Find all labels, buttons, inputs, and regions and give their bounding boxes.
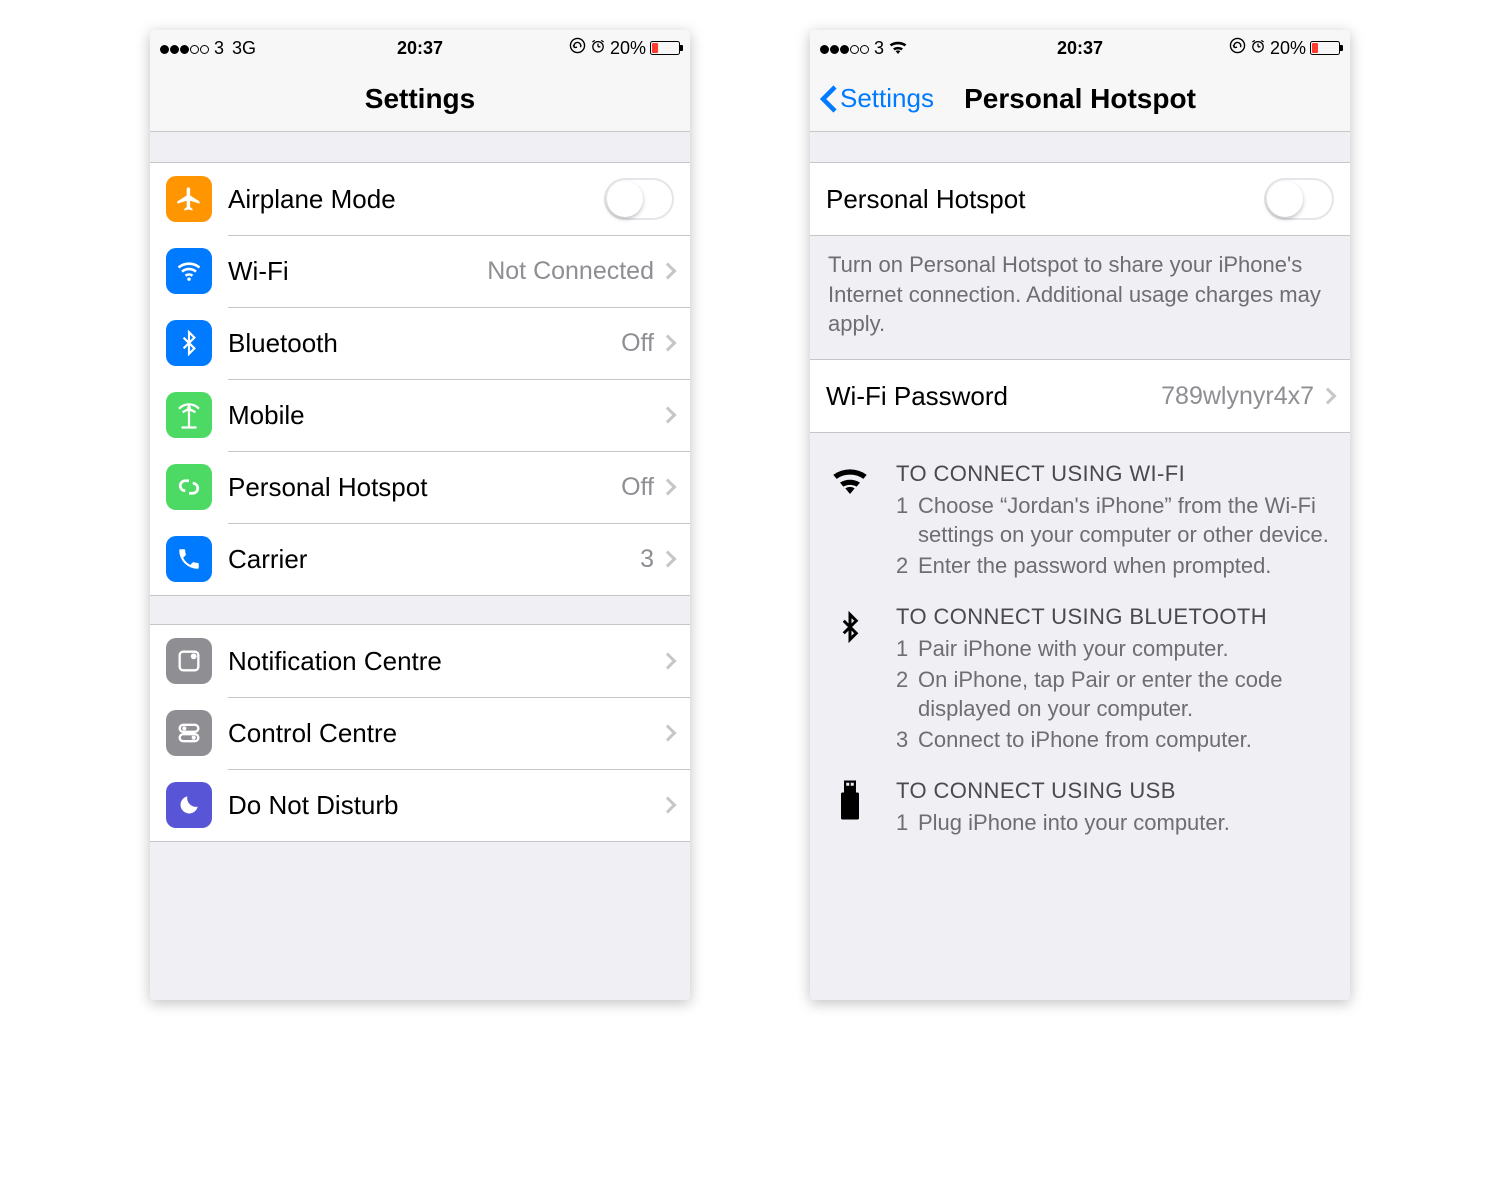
settings-group-connectivity: Airplane Mode Wi-Fi Not Connected Blueto… xyxy=(150,162,690,596)
battery-percent: 20% xyxy=(610,38,646,59)
nav-bar: Settings Personal Hotspot xyxy=(810,66,1350,132)
row-label: Do Not Disturb xyxy=(228,790,662,821)
chevron-right-icon xyxy=(660,479,677,496)
row-do-not-disturb[interactable]: Do Not Disturb xyxy=(150,769,690,841)
chevron-right-icon xyxy=(660,263,677,280)
instructions-bluetooth: TO CONNECT USING BLUETOOTH 1Pair iPhone … xyxy=(826,604,1334,754)
chevron-right-icon xyxy=(660,725,677,742)
wifi-icon xyxy=(166,248,212,294)
hotspot-icon xyxy=(166,464,212,510)
row-value: 3 xyxy=(640,545,654,574)
status-bar: 3 3G 20:37 20% xyxy=(150,30,690,66)
nav-bar: Settings xyxy=(150,66,690,132)
instructions-step: Enter the password when prompted. xyxy=(918,551,1271,580)
instructions-step: Plug iPhone into your computer. xyxy=(918,808,1230,837)
phone-icon xyxy=(166,536,212,582)
back-button[interactable]: Settings xyxy=(820,66,934,131)
airplane-icon xyxy=(166,176,212,222)
row-notification-centre[interactable]: Notification Centre xyxy=(150,625,690,697)
row-bluetooth[interactable]: Bluetooth Off xyxy=(150,307,690,379)
instructions-title: TO CONNECT USING BLUETOOTH xyxy=(896,604,1334,630)
orientation-lock-icon xyxy=(1229,37,1246,59)
row-label: Airplane Mode xyxy=(228,184,604,215)
row-value: Not Connected xyxy=(487,257,654,286)
row-value: Off xyxy=(621,473,654,502)
instructions-title: TO CONNECT USING USB xyxy=(896,778,1334,804)
row-label: Personal Hotspot xyxy=(228,472,621,503)
row-carrier[interactable]: Carrier 3 xyxy=(150,523,690,595)
network-type: 3G xyxy=(232,38,256,59)
row-label: Wi-Fi xyxy=(228,256,487,287)
hotspot-description: Turn on Personal Hotspot to share your i… xyxy=(810,236,1350,353)
row-label: Carrier xyxy=(228,544,640,575)
bluetooth-icon xyxy=(166,320,212,366)
row-label: Personal Hotspot xyxy=(826,184,1264,215)
row-hotspot-toggle[interactable]: Personal Hotspot xyxy=(810,163,1350,235)
moon-icon xyxy=(166,782,212,828)
orientation-lock-icon xyxy=(569,37,586,59)
row-personal-hotspot[interactable]: Personal Hotspot Off xyxy=(150,451,690,523)
alarm-icon xyxy=(1250,38,1266,59)
hotspot-toggle-group: Personal Hotspot xyxy=(810,162,1350,236)
airplane-toggle[interactable] xyxy=(604,178,674,220)
usb-icon xyxy=(826,778,874,837)
row-wifi-password[interactable]: Wi-Fi Password 789wlynyr4x7 xyxy=(810,360,1350,432)
row-label: Control Centre xyxy=(228,718,662,749)
hotspot-password-group: Wi-Fi Password 789wlynyr4x7 xyxy=(810,359,1350,433)
row-airplane-mode[interactable]: Airplane Mode xyxy=(150,163,690,235)
clock: 20:37 xyxy=(993,38,1166,59)
wifi-icon xyxy=(826,461,874,580)
back-label: Settings xyxy=(840,83,934,114)
row-label: Wi-Fi Password xyxy=(826,381,1161,412)
row-label: Bluetooth xyxy=(228,328,621,359)
instructions-usb: TO CONNECT USING USB 1Plug iPhone into y… xyxy=(826,778,1334,837)
row-label: Mobile xyxy=(228,400,662,431)
alarm-icon xyxy=(590,38,606,59)
settings-group-notifications: Notification Centre Control Centre Do No… xyxy=(150,624,690,842)
instructions-step: Choose “Jordan's iPhone” from the Wi-Fi … xyxy=(918,491,1334,549)
chevron-right-icon xyxy=(660,797,677,814)
status-bar: 3 20:37 20% xyxy=(810,30,1350,66)
bluetooth-icon xyxy=(826,604,874,754)
hotspot-screen: 3 20:37 20% Settings Personal Hotspot Pe… xyxy=(810,30,1350,1000)
notification-centre-icon xyxy=(166,638,212,684)
battery-icon xyxy=(1310,41,1340,55)
row-mobile[interactable]: Mobile xyxy=(150,379,690,451)
row-control-centre[interactable]: Control Centre xyxy=(150,697,690,769)
signal-dots-icon xyxy=(160,38,210,59)
clock: 20:37 xyxy=(333,38,506,59)
instructions-wifi: TO CONNECT USING WI-FI 1Choose “Jordan's… xyxy=(826,461,1334,580)
battery-percent: 20% xyxy=(1270,38,1306,59)
cellular-icon xyxy=(166,392,212,438)
page-title: Settings xyxy=(365,83,475,115)
row-wifi[interactable]: Wi-Fi Not Connected xyxy=(150,235,690,307)
battery-icon xyxy=(650,41,680,55)
instructions-title: TO CONNECT USING WI-FI xyxy=(896,461,1334,487)
chevron-right-icon xyxy=(1320,388,1337,405)
chevron-right-icon xyxy=(660,407,677,424)
chevron-right-icon xyxy=(660,551,677,568)
settings-screen: 3 3G 20:37 20% Settings Airplane Mode xyxy=(150,30,690,1000)
chevron-right-icon xyxy=(660,335,677,352)
hotspot-toggle[interactable] xyxy=(1264,178,1334,220)
control-centre-icon xyxy=(166,710,212,756)
instructions-step: On iPhone, tap Pair or enter the code di… xyxy=(918,665,1334,723)
chevron-right-icon xyxy=(660,653,677,670)
wifi-status-icon xyxy=(888,38,908,59)
row-value: 789wlynyr4x7 xyxy=(1161,382,1314,411)
instructions-step: Pair iPhone with your computer. xyxy=(918,634,1229,663)
instructions-step: Connect to iPhone from computer. xyxy=(918,725,1252,754)
carrier-name: 3 xyxy=(214,38,224,59)
row-value: Off xyxy=(621,329,654,358)
page-title: Personal Hotspot xyxy=(964,83,1196,115)
row-label: Notification Centre xyxy=(228,646,662,677)
signal-dots-icon xyxy=(820,38,870,59)
carrier-name: 3 xyxy=(874,38,884,59)
instructions: TO CONNECT USING WI-FI 1Choose “Jordan's… xyxy=(810,433,1350,837)
